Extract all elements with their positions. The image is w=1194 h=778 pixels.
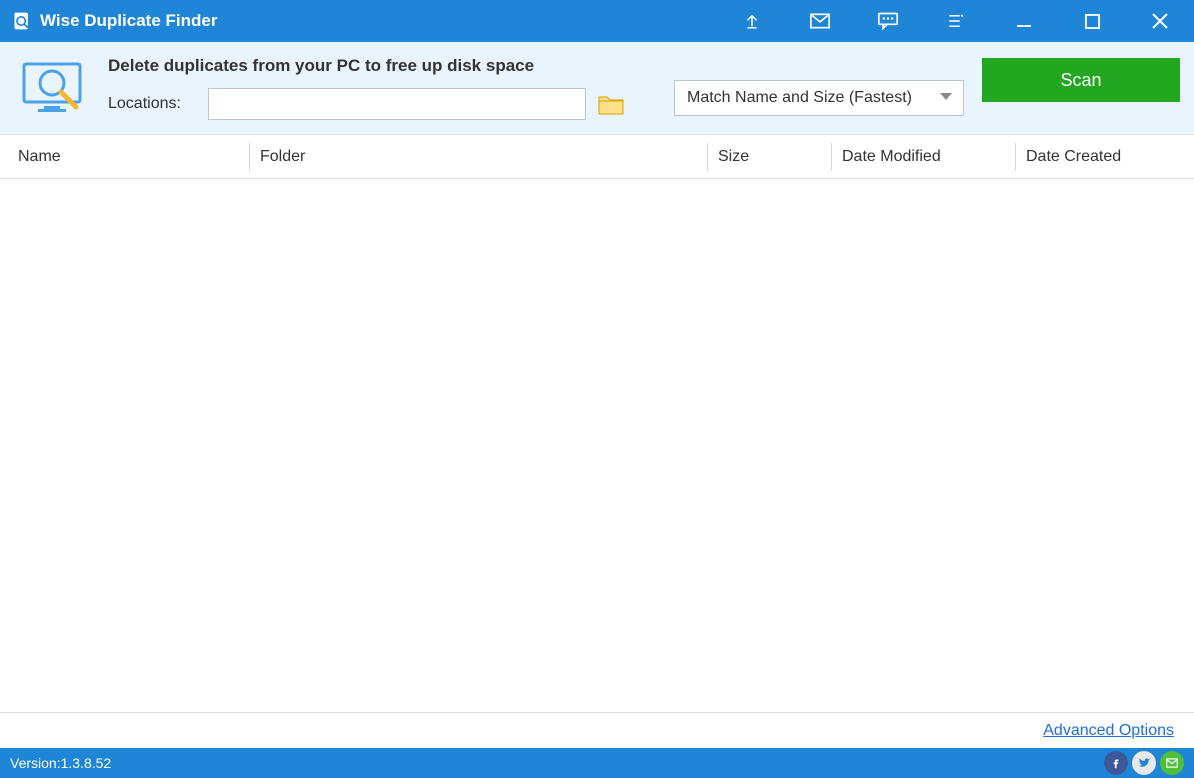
- titlebar: Wise Duplicate Finder: [0, 0, 1194, 42]
- feedback-button[interactable]: [854, 0, 922, 42]
- chevron-down-icon: [939, 89, 953, 107]
- column-size[interactable]: Size: [708, 143, 832, 171]
- statusbar: Version:1.3.8.52: [0, 748, 1194, 778]
- close-button[interactable]: [1126, 0, 1194, 42]
- column-name[interactable]: Name: [18, 143, 250, 171]
- email-icon[interactable]: [1160, 751, 1184, 775]
- version-label: Version:1.3.8.52: [10, 755, 111, 771]
- results-area: [0, 179, 1194, 712]
- twitter-icon[interactable]: [1132, 751, 1156, 775]
- locations-input[interactable]: [208, 88, 586, 120]
- panel-heading: Delete duplicates from your PC to free u…: [108, 56, 626, 76]
- column-date-created[interactable]: Date Created: [1016, 143, 1188, 171]
- browse-folder-button[interactable]: [596, 88, 626, 120]
- advanced-options-link[interactable]: Advanced Options: [1043, 722, 1174, 740]
- results-table-header: Name Folder Size Date Modified Date Crea…: [0, 135, 1194, 179]
- locations-label: Locations:: [108, 95, 198, 113]
- app-icon: [12, 11, 32, 31]
- monitor-search-icon: [20, 58, 90, 118]
- facebook-icon[interactable]: [1104, 751, 1128, 775]
- column-folder[interactable]: Folder: [250, 143, 708, 171]
- maximize-button[interactable]: [1058, 0, 1126, 42]
- minimize-button[interactable]: [990, 0, 1058, 42]
- match-mode-value: Match Name and Size (Fastest): [687, 89, 912, 107]
- scan-button-label: Scan: [1060, 70, 1101, 91]
- upgrade-button[interactable]: [718, 0, 786, 42]
- app-title: Wise Duplicate Finder: [40, 11, 217, 31]
- search-panel: Delete duplicates from your PC to free u…: [0, 42, 1194, 135]
- advanced-bar: Advanced Options: [0, 712, 1194, 748]
- column-date-modified[interactable]: Date Modified: [832, 143, 1016, 171]
- match-mode-select[interactable]: Match Name and Size (Fastest): [674, 80, 964, 116]
- locations-row: Locations:: [108, 88, 626, 120]
- settings-button[interactable]: [922, 0, 990, 42]
- mail-button[interactable]: [786, 0, 854, 42]
- scan-button[interactable]: Scan: [982, 58, 1180, 102]
- titlebar-left: Wise Duplicate Finder: [0, 11, 217, 31]
- search-body: Delete duplicates from your PC to free u…: [108, 56, 626, 120]
